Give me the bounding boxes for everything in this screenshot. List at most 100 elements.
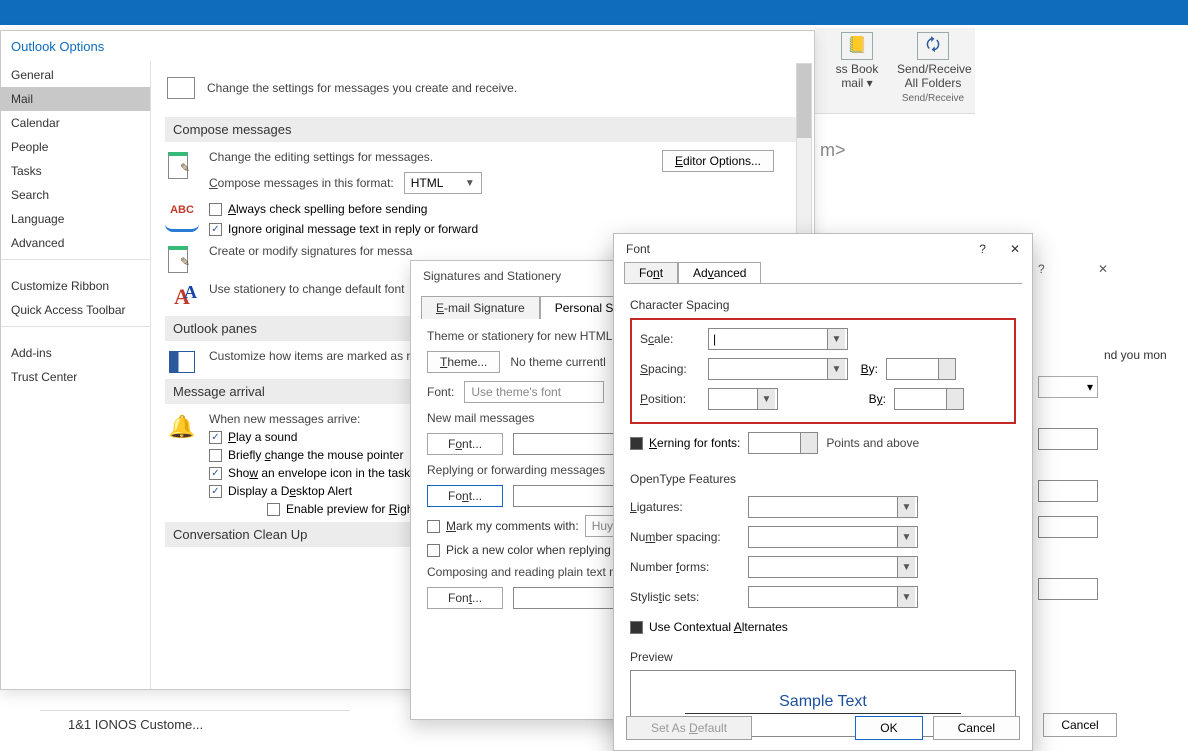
tab-email-signature[interactable]: E-mail Signature — [421, 296, 540, 319]
label: Briefly change the mouse pointer — [228, 448, 403, 462]
spacing-by-spinner[interactable] — [886, 358, 956, 380]
font-label: Font: — [427, 385, 454, 399]
section-compose: Compose messages — [165, 117, 800, 142]
nav-customize-ribbon[interactable]: Customize Ribbon — [1, 274, 150, 298]
tab-advanced[interactable]: Advanced — [678, 262, 761, 283]
ribbon-label: Send/Receive — [897, 62, 969, 76]
signature-icon — [168, 246, 196, 274]
send-receive-icon: 🗘 — [917, 32, 949, 60]
scale-label: Scale: — [640, 332, 700, 346]
help-icon[interactable]: ? — [979, 242, 986, 256]
label: Display a Desktop Alert — [228, 484, 352, 498]
editor-options-button[interactable]: Editor Options... — [662, 150, 774, 172]
stylistic-sets-label: Stylistic sets: — [630, 590, 740, 604]
spacing-combo[interactable]: ▼ — [708, 358, 848, 380]
position-by-spinner[interactable] — [894, 388, 964, 410]
combo-fragment[interactable]: ▾ — [1038, 376, 1098, 398]
group-preview: Preview — [630, 650, 1016, 664]
ligatures-combo[interactable]: ▼ — [748, 496, 918, 518]
dialog-title: Outlook Options — [1, 31, 814, 62]
ribbon-label: mail ▾ — [821, 76, 893, 90]
group-character-spacing: Character Spacing — [630, 298, 1016, 312]
group-opentype: OpenType Features — [630, 472, 1016, 486]
address-book-icon: 📒 — [841, 32, 873, 60]
position-label: Position: — [640, 392, 700, 406]
font-dialog: Font ? ✕ Font Advanced Character Spacing… — [613, 233, 1033, 751]
spellcheck-icon: ABC — [165, 204, 199, 232]
nav-addins[interactable]: Add-ins — [1, 341, 150, 365]
app-title-bar — [0, 0, 1188, 25]
envelope-icon — [167, 77, 195, 99]
scale-combo[interactable]: |▼ — [708, 328, 848, 350]
nav-mail[interactable]: Mail — [1, 87, 150, 111]
theme-button[interactable]: Theme... — [427, 351, 500, 373]
tab-font[interactable]: Font — [624, 262, 678, 283]
address-book-button[interactable]: 📒 ss Book mail ▾ — [821, 32, 893, 105]
signatures-label: Create or modify signatures for messa — [209, 244, 412, 258]
compose-icon — [168, 152, 196, 180]
ribbon-fragment: 📒 ss Book mail ▾ 🗘 Send/Receive All Fold… — [815, 28, 975, 114]
stylistic-sets-combo[interactable]: ▼ — [748, 586, 918, 608]
nav-trust-center[interactable]: Trust Center — [1, 365, 150, 389]
options-category-list: General Mail Calendar People Tasks Searc… — [1, 61, 151, 689]
reading-pane-fragment: m> — [820, 140, 846, 161]
input-fragment[interactable] — [1038, 516, 1098, 538]
ok-button[interactable]: OK — [855, 716, 922, 740]
label: Ignore original message text in reply or… — [228, 222, 478, 236]
set-default-button: Set As Default — [626, 716, 752, 740]
highlight-box: Scale: |▼ Spacing: ▼ By: Position: ▼ By: — [630, 318, 1016, 424]
position-combo[interactable]: ▼ — [708, 388, 778, 410]
font-button-reply[interactable]: Font... — [427, 485, 503, 507]
contextual-alternates-checkbox[interactable]: Use Contextual Alternates — [630, 620, 788, 634]
by-label: By: — [864, 392, 886, 406]
ribbon-group-label: Send/Receive — [897, 93, 969, 105]
body-text-fragment: nd you mon — [1104, 348, 1167, 362]
panes-icon — [169, 351, 195, 373]
input-fragment[interactable] — [1038, 578, 1098, 600]
label: Show an envelope icon in the task — [228, 466, 410, 480]
mail-list-item[interactable]: 1&1 IONOS Custome... — [40, 710, 350, 750]
stationery-icon: A — [174, 284, 190, 310]
input-fragment[interactable] — [1038, 428, 1098, 450]
number-spacing-label: Number spacing: — [630, 530, 740, 544]
cancel-button[interactable]: Cancel — [933, 716, 1020, 740]
label: Always check spelling before sending — [228, 202, 427, 216]
nav-qat[interactable]: Quick Access Toolbar — [1, 298, 150, 322]
nav-general[interactable]: General — [1, 63, 150, 87]
nav-search[interactable]: Search — [1, 183, 150, 207]
label: Pick a new color when replying — [446, 543, 611, 557]
nav-language[interactable]: Language — [1, 207, 150, 231]
preview-text: Sample Text — [685, 693, 961, 714]
dialog-title: Font — [626, 242, 650, 256]
font-button-new[interactable]: Font... — [427, 433, 503, 455]
nav-calendar[interactable]: Calendar — [1, 111, 150, 135]
intro-text: Change the settings for messages you cre… — [207, 81, 517, 95]
spacing-label: Spacing: — [640, 362, 700, 376]
dialog-controls-fragment: ? ✕ — [1038, 262, 1108, 276]
close-icon[interactable]: ✕ — [1098, 262, 1108, 276]
help-icon[interactable]: ? — [1038, 262, 1045, 276]
font-select[interactable]: Use theme's font — [464, 381, 604, 403]
font-button-plain[interactable]: Font... — [427, 587, 503, 609]
nav-advanced[interactable]: Advanced — [1, 231, 150, 255]
label: Play a sound — [228, 430, 297, 444]
nav-people[interactable]: People — [1, 135, 150, 159]
label: Mark my comments with: — [446, 519, 579, 533]
kerning-units: Points and above — [826, 436, 919, 450]
mail-subject: 1&1 IONOS Custome... — [68, 717, 340, 732]
number-forms-label: Number forms: — [630, 560, 740, 574]
ribbon-label: ss Book — [821, 62, 893, 76]
close-icon[interactable]: ✕ — [1010, 242, 1020, 256]
number-forms-combo[interactable]: ▼ — [748, 556, 918, 578]
format-select[interactable]: HTML▼ — [404, 172, 482, 194]
kerning-checkbox[interactable]: Kerning for fonts: — [630, 436, 740, 450]
check-spelling-checkbox[interactable]: Always check spelling before sending — [209, 202, 800, 216]
ligatures-label: Ligatures: — [630, 500, 740, 514]
nav-tasks[interactable]: Tasks — [1, 159, 150, 183]
input-fragment[interactable] — [1038, 480, 1098, 502]
number-spacing-combo[interactable]: ▼ — [748, 526, 918, 548]
no-theme-label: No theme currentl — [510, 355, 605, 369]
send-receive-button[interactable]: 🗘 Send/Receive All Folders Send/Receive — [897, 32, 969, 105]
kerning-spinner[interactable] — [748, 432, 818, 454]
cancel-button-back[interactable]: Cancel — [1043, 713, 1117, 737]
